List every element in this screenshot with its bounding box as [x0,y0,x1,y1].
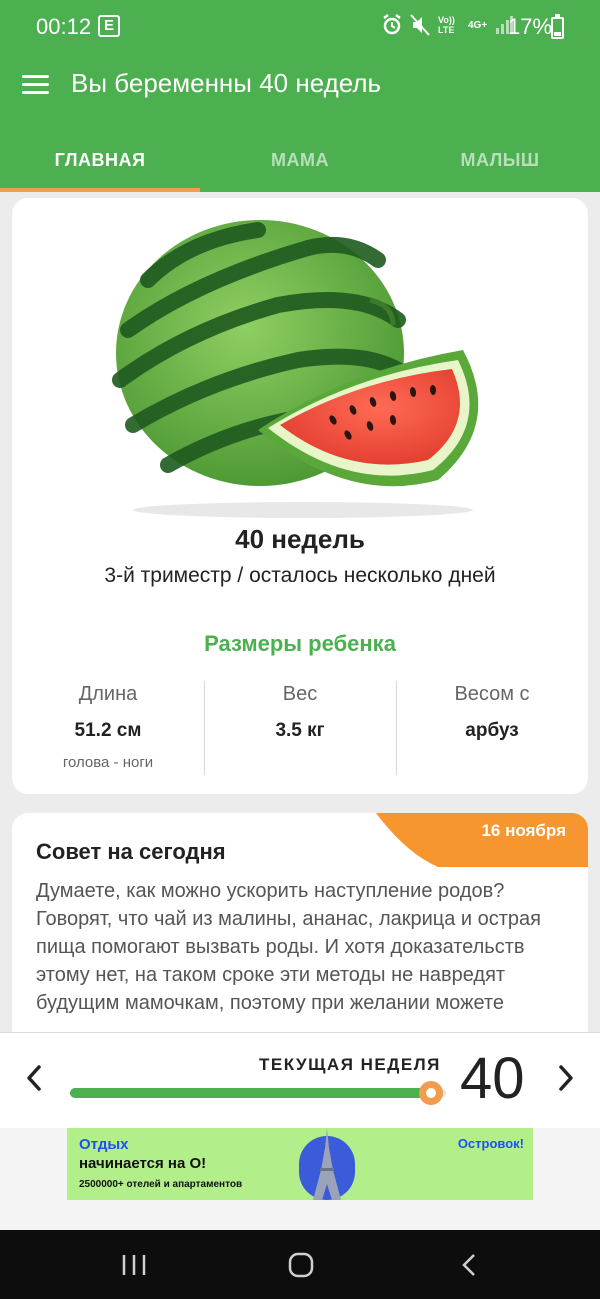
back-icon[interactable] [458,1252,482,1278]
ad-banner[interactable]: Отдых начинается на О! 2500000+ отелей и… [67,1128,533,1200]
tab-baby[interactable]: МАЛЫШ [400,116,600,192]
stat-label: Вес [282,683,318,705]
stat-label: Весом с [454,683,530,705]
week-card: 40 недель 3-й триместр / осталось нескол… [12,198,588,794]
system-nav-bar [0,1230,600,1299]
week-progress-slider[interactable] [70,1081,446,1105]
home-icon[interactable] [287,1252,315,1278]
battery-percent: 17% [508,14,553,39]
baby-sizes-heading: Размеры ребенка [204,631,396,656]
date-badge: 16 ноября [376,813,588,867]
volte-icon: Vo)) LTE [438,15,455,35]
tip-date: 16 ноября [481,821,566,840]
tip-text: Думаете, как можно ускорить наступление … [36,880,542,1014]
alarm-icon [383,14,401,35]
ad-line-2: начинается на О! [79,1155,207,1172]
baby-stats: Длина 51.2 см голова - ноги Вес 3.5 кг В… [12,681,588,777]
ad-area: Отдых начинается на О! 2500000+ отелей и… [0,1128,600,1230]
watermelon-image [112,220,479,518]
stat-value: арбуз [465,720,519,741]
current-week-number: 40 [460,1046,525,1111]
status-bar: 00:12 E Vo)) LTE 4G+ 17% [0,0,600,56]
week-title: 40 недель [235,524,365,554]
app-bar: Вы беременны 40 недель [0,56,600,116]
menu-icon[interactable] [22,70,50,98]
week-selector: ТЕКУЩАЯ НЕДЕЛЯ 40 [0,1032,600,1128]
ad-brand: Островок! [457,1136,524,1151]
status-time: 00:12 [36,14,92,39]
current-week-label: ТЕКУЩАЯ НЕДЕЛЯ [259,1055,441,1074]
ad-line-3: 2500000+ отелей и апартаментов [79,1179,243,1190]
week-progress-knob[interactable] [418,1081,443,1105]
next-week-chevron-icon[interactable] [552,1063,578,1093]
battery-icon [551,14,564,39]
stat-value: 51.2 см [74,720,142,741]
trimester-subtitle: 3-й триместр / осталось несколько дней [104,564,496,587]
recent-apps-icon[interactable] [120,1252,148,1278]
stat-note: голова - ноги [62,754,154,771]
stat-value: 3.5 кг [275,720,325,741]
4g-plus-icon: 4G+ [468,19,488,31]
stat-weight: Вес 3.5 кг [204,681,396,777]
mute-icon [410,14,430,36]
status-icons: Vo)) LTE 4G+ [382,14,514,36]
previous-week-chevron-icon[interactable] [22,1063,48,1093]
week-progress-fill [70,1088,431,1098]
stat-label: Длина [78,683,138,705]
tab-mom[interactable]: МАМА [200,116,400,192]
tab-bar: ГЛАВНАЯ МАМА МАЛЫШ [0,116,600,192]
ad-line-1: Отдых [79,1136,129,1153]
tab-main[interactable]: ГЛАВНАЯ [0,116,200,192]
tip-title: Совет на сегодня [36,839,226,864]
eiffel-tower-icon [299,1128,355,1200]
stat-size-comparison: Весом с арбуз [396,681,588,777]
page-title: Вы беременны 40 недель [71,68,382,98]
notification-e-icon: E [98,15,120,37]
stat-length: Длина 51.2 см голова - ноги [12,681,204,777]
